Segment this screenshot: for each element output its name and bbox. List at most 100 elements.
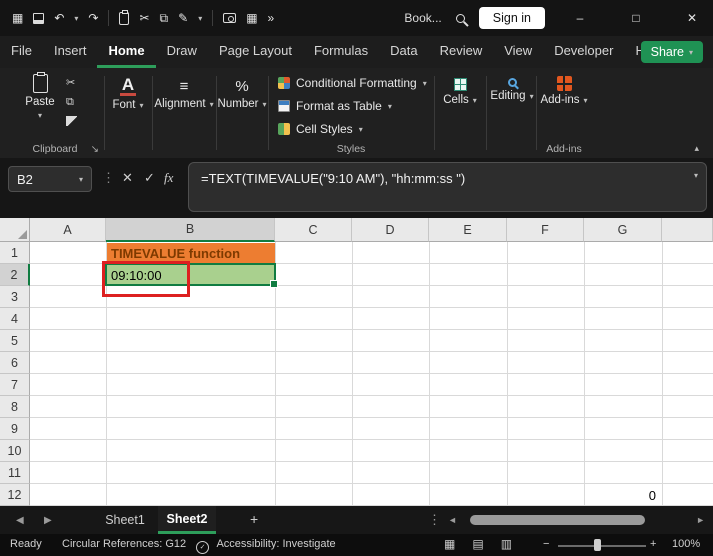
scroll-left-icon[interactable]: ◄: [448, 515, 457, 525]
formula-input[interactable]: =TEXT(TIMEVALUE("9:10 AM"), "hh:mm:ss ")…: [188, 162, 707, 212]
insert-function-icon[interactable]: fx: [164, 170, 173, 186]
sheet-nav-right-icon[interactable]: ▶: [44, 515, 52, 526]
sheetbar-menu-dots-icon[interactable]: ⋮: [428, 512, 441, 528]
name-box[interactable]: B2 ▾: [8, 166, 92, 192]
undo-icon[interactable]: ↶: [54, 11, 64, 25]
alignment-group[interactable]: ≡ Alignment ▾: [154, 68, 214, 158]
formula-bar-expand-icon[interactable]: ▾: [694, 171, 698, 180]
number-group[interactable]: % Number ▾: [218, 68, 266, 158]
cancel-icon[interactable]: ✕: [122, 170, 133, 186]
sheet-tab-sheet2[interactable]: Sheet2: [158, 506, 216, 534]
column-header-partial[interactable]: [662, 218, 713, 242]
minimize-button[interactable]: –: [559, 0, 601, 36]
select-all-corner[interactable]: [0, 218, 30, 242]
row-header-1[interactable]: 1: [0, 242, 30, 264]
vertical-gridline: [429, 242, 430, 506]
row-header-4[interactable]: 4: [0, 308, 30, 330]
sheet-tab-sheet1[interactable]: Sheet1: [96, 506, 154, 534]
cut-button[interactable]: ✂: [66, 76, 77, 89]
zoom-slider-thumb[interactable]: [594, 539, 601, 551]
cells-label: Cells: [443, 94, 469, 106]
column-header-c[interactable]: C: [275, 218, 352, 242]
editing-group[interactable]: Editing ▾: [488, 68, 536, 158]
column-header-f[interactable]: F: [507, 218, 584, 242]
more-commands-icon[interactable]: »: [268, 11, 275, 25]
undo-chevron-icon[interactable]: ▾: [74, 14, 78, 23]
ribbon-tab-bar: File Insert Home Draw Page Layout Formul…: [0, 36, 713, 68]
addins-button[interactable]: Add-ins ▾: [538, 76, 590, 106]
menu-tab-draw[interactable]: Draw: [156, 36, 208, 68]
conditional-formatting-button[interactable]: Conditional Formatting ▾: [278, 76, 427, 90]
addins-chevron-icon: ▾: [583, 96, 587, 105]
pen-icon[interactable]: ✎: [178, 11, 188, 25]
row-header-8[interactable]: 8: [0, 396, 30, 418]
menu-tab-review[interactable]: Review: [429, 36, 494, 68]
cells-group[interactable]: Cells ▾: [436, 68, 484, 158]
borders-icon[interactable]: ▦: [246, 11, 257, 25]
copy-icon[interactable]: ⧉: [160, 11, 169, 26]
collapse-ribbon-icon[interactable]: ▴: [694, 143, 699, 154]
menu-tab-insert[interactable]: Insert: [43, 36, 98, 68]
menu-tab-view[interactable]: View: [493, 36, 543, 68]
menu-tab-page-layout[interactable]: Page Layout: [208, 36, 303, 68]
page-layout-view-icon[interactable]: ▤: [472, 537, 483, 551]
zoom-out-button[interactable]: −: [543, 538, 549, 550]
editing-chevron-icon: ▾: [530, 92, 534, 101]
menu-tab-formulas[interactable]: Formulas: [303, 36, 379, 68]
font-group[interactable]: A Font ▾: [106, 68, 150, 158]
column-header-d[interactable]: D: [352, 218, 429, 242]
save-icon[interactable]: [33, 13, 44, 24]
page-break-view-icon[interactable]: ▥: [501, 537, 512, 551]
row-header-9[interactable]: 9: [0, 418, 30, 440]
menu-tab-file[interactable]: File: [0, 36, 43, 68]
share-button[interactable]: Share ▾: [641, 41, 703, 63]
paste-button[interactable]: Paste ▾: [18, 74, 62, 120]
normal-view-icon[interactable]: ▦: [444, 537, 455, 551]
add-sheet-button[interactable]: +: [250, 511, 258, 527]
row-header-12[interactable]: 12: [0, 484, 30, 506]
row-header-10[interactable]: 10: [0, 440, 30, 462]
menu-tab-home[interactable]: Home: [97, 36, 155, 68]
clipboard-dialog-launcher-icon[interactable]: ↘: [91, 144, 99, 155]
cut-icon[interactable]: ✂: [139, 11, 149, 25]
menu-tab-data[interactable]: Data: [379, 36, 428, 68]
column-header-e[interactable]: E: [429, 218, 507, 242]
cell-styles-button[interactable]: Cell Styles ▾: [278, 122, 363, 136]
row-header-7[interactable]: 7: [0, 374, 30, 396]
cell-G12[interactable]: 0: [585, 485, 661, 506]
redo-icon[interactable]: ↷: [88, 11, 98, 25]
column-header-b[interactable]: B: [106, 218, 275, 242]
accessibility-status[interactable]: ✓ Accessibility: Investigate: [196, 538, 336, 554]
fill-handle[interactable]: [270, 280, 278, 288]
close-button[interactable]: ✕: [671, 0, 713, 36]
sheet-nav-left-icon[interactable]: ◀: [16, 515, 24, 526]
sign-in-button[interactable]: Sign in: [479, 7, 545, 29]
camera-icon[interactable]: [223, 13, 236, 23]
circular-references-status[interactable]: Circular References: G12: [62, 538, 186, 550]
row-header-6[interactable]: 6: [0, 352, 30, 374]
format-as-table-button[interactable]: Format as Table ▾: [278, 99, 392, 113]
quick-access-toolbar: ▦ ↶ ▾ ↷ ✂ ⧉ ✎ ▾ ▦ »: [0, 10, 274, 26]
scroll-right-icon[interactable]: ►: [696, 515, 705, 525]
clipboard-icon[interactable]: [119, 12, 129, 25]
maximize-button[interactable]: □: [615, 0, 657, 36]
zoom-slider-track[interactable]: [558, 545, 646, 547]
conditional-formatting-label: Conditional Formatting: [296, 76, 417, 90]
column-header-g[interactable]: G: [584, 218, 662, 242]
copy-button[interactable]: ⧉: [66, 96, 77, 109]
apps-grid-icon[interactable]: ▦: [12, 11, 23, 25]
zoom-level[interactable]: 100%: [672, 538, 700, 550]
scrollbar-thumb[interactable]: [470, 515, 645, 525]
menu-tab-developer[interactable]: Developer: [543, 36, 624, 68]
row-header-3[interactable]: 3: [0, 286, 30, 308]
column-header-a[interactable]: A: [30, 218, 106, 242]
format-painter-icon[interactable]: [66, 116, 77, 126]
zoom-in-button[interactable]: +: [650, 538, 656, 550]
search-icon[interactable]: [456, 14, 465, 23]
enter-icon[interactable]: ✓: [144, 170, 155, 186]
pen-chevron-icon[interactable]: ▾: [198, 14, 202, 23]
row-header-2[interactable]: 2: [0, 264, 30, 286]
row-header-11[interactable]: 11: [0, 462, 30, 484]
horizontal-scrollbar[interactable]: ◄ ►: [444, 514, 707, 526]
row-header-5[interactable]: 5: [0, 330, 30, 352]
